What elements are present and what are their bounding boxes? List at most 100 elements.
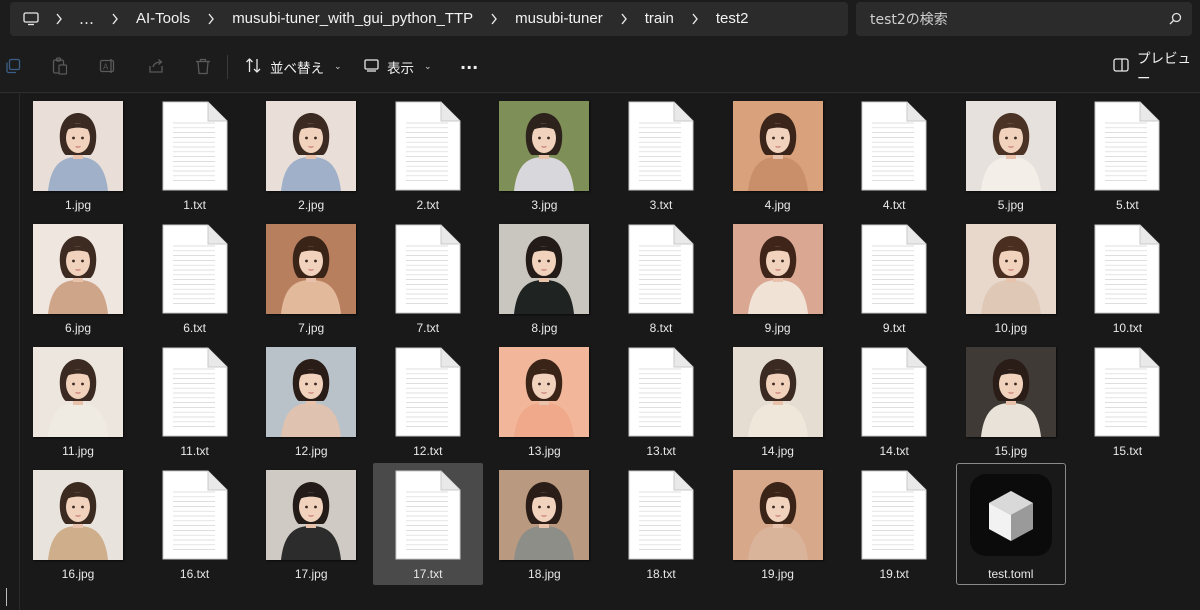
file-item[interactable]: 4.txt [839, 94, 949, 216]
sort-button[interactable]: 並べ替え ⌄ [245, 53, 342, 81]
file-item[interactable]: 12.txt [373, 340, 483, 462]
image-thumbnail [266, 470, 357, 560]
file-item[interactable]: 10.jpg [956, 217, 1066, 339]
toolbar-divider [227, 55, 228, 79]
file-item[interactable]: 9.jpg [723, 217, 833, 339]
file-name-label: 2.jpg [298, 198, 325, 212]
chevron-right-icon[interactable] [682, 2, 708, 36]
image-thumbnail [965, 347, 1056, 437]
text-file-icon [849, 470, 939, 560]
file-item[interactable]: 1.jpg [23, 94, 133, 216]
address-bar-row: … AI-Tools musubi-tuner_with_gui_python_… [0, 0, 1200, 41]
file-item[interactable]: 3.jpg [489, 94, 599, 216]
search-icon[interactable] [1169, 10, 1182, 29]
file-name-label: 17.txt [413, 567, 443, 581]
file-item[interactable]: 15.jpg [956, 340, 1066, 462]
file-item[interactable]: 17.txt [372, 463, 483, 585]
text-file-icon [383, 101, 473, 191]
file-item[interactable]: 9.txt [839, 217, 949, 339]
text-file-icon [616, 470, 706, 560]
svg-text:A: A [103, 63, 109, 72]
file-name-label: 1.jpg [64, 198, 92, 212]
chevron-right-icon[interactable] [46, 2, 72, 36]
file-item[interactable]: 2.jpg [256, 94, 366, 216]
file-item[interactable]: 10.txt [1072, 217, 1182, 339]
file-item[interactable]: 13.jpg [489, 340, 599, 462]
text-file-icon [383, 224, 473, 314]
breadcrumb-train[interactable]: train [637, 2, 682, 36]
search-placeholder: test2の検索 [870, 12, 948, 28]
file-item[interactable]: 19.txt [839, 463, 949, 585]
file-item[interactable]: 3.txt [606, 94, 716, 216]
file-item[interactable]: 1.txt [140, 94, 250, 216]
chevron-down-icon: ⌄ [424, 62, 432, 72]
file-item[interactable]: test.toml [955, 463, 1066, 585]
copy-icon[interactable] [2, 55, 24, 77]
breadcrumb-musubi-tuner[interactable]: musubi-tuner [507, 2, 611, 36]
share-icon[interactable] [145, 55, 167, 77]
file-item[interactable]: 5.jpg [956, 94, 1066, 216]
delete-icon[interactable] [192, 55, 214, 77]
image-thumbnail [732, 224, 823, 314]
chevron-right-icon[interactable] [198, 2, 224, 36]
preview-pane-button[interactable]: プレビュー [1113, 51, 1200, 87]
sort-label: 並べ替え [270, 61, 324, 77]
breadcrumb-musubi-tuner-gui[interactable]: musubi-tuner_with_gui_python_TTP [224, 2, 481, 36]
file-name-label: 3.txt [649, 198, 673, 212]
file-item[interactable]: 16.txt [140, 463, 250, 585]
rename-icon[interactable]: A [97, 55, 119, 77]
image-thumbnail [732, 347, 823, 437]
breadcrumb-ai-tools[interactable]: AI-Tools [128, 2, 198, 36]
search-input[interactable]: test2の検索 [856, 2, 1192, 36]
file-item[interactable]: 7.txt [373, 217, 483, 339]
more-options-button[interactable]: ··· [460, 53, 478, 81]
file-item[interactable]: 14.txt [839, 340, 949, 462]
file-item[interactable]: 15.txt [1072, 340, 1182, 462]
file-item[interactable]: 18.jpg [489, 463, 599, 585]
file-item[interactable]: 6.txt [140, 217, 250, 339]
this-pc-icon[interactable] [16, 2, 46, 36]
chevron-right-icon[interactable] [611, 2, 637, 36]
image-thumbnail [732, 101, 823, 191]
text-file-icon [616, 101, 706, 191]
file-item[interactable]: 11.jpg [23, 340, 133, 462]
file-item[interactable]: 4.jpg [723, 94, 833, 216]
text-file-icon [150, 347, 240, 437]
file-item[interactable]: 11.txt [140, 340, 250, 462]
image-thumbnail [499, 101, 590, 191]
file-item[interactable]: 12.jpg [256, 340, 366, 462]
file-item[interactable]: 13.txt [606, 340, 716, 462]
paste-icon[interactable] [49, 55, 71, 77]
file-item[interactable]: 8.txt [606, 217, 716, 339]
sort-icon [245, 57, 262, 77]
file-name-label: 17.jpg [294, 567, 328, 581]
file-item[interactable]: 17.jpg [256, 463, 366, 585]
file-name-label: 6.jpg [64, 321, 92, 335]
file-name-label: 11.jpg [62, 444, 94, 458]
view-icon [364, 58, 379, 76]
breadcrumb-overflow[interactable]: … [72, 10, 102, 28]
chevron-right-icon[interactable] [481, 2, 507, 36]
file-name-label: 12.jpg [294, 444, 328, 458]
view-label: 表示 [387, 61, 414, 77]
image-thumbnail [33, 101, 123, 191]
image-thumbnail [266, 224, 357, 314]
file-item[interactable]: 18.txt [606, 463, 716, 585]
breadcrumb-test2[interactable]: test2 [708, 2, 757, 36]
text-file-icon [150, 470, 240, 560]
chevron-right-icon[interactable] [102, 2, 128, 36]
file-name-label: 2.txt [416, 198, 440, 212]
file-item[interactable]: 7.jpg [256, 217, 366, 339]
file-item[interactable]: 6.jpg [23, 217, 133, 339]
file-name-label: 6.txt [183, 321, 206, 335]
address-bar[interactable]: … AI-Tools musubi-tuner_with_gui_python_… [10, 2, 848, 36]
file-item[interactable]: 14.jpg [723, 340, 833, 462]
file-item[interactable]: 2.txt [373, 94, 483, 216]
command-bar: A 並べ替え ⌄ 表示 ⌄ ··· プレビュー [0, 41, 1200, 93]
file-item[interactable]: 8.jpg [489, 217, 599, 339]
file-name-label: 1.txt [183, 198, 206, 212]
file-item[interactable]: 16.jpg [23, 463, 133, 585]
file-item[interactable]: 19.jpg [723, 463, 833, 585]
view-button[interactable]: 表示 ⌄ [364, 53, 432, 81]
file-item[interactable]: 5.txt [1072, 94, 1182, 216]
